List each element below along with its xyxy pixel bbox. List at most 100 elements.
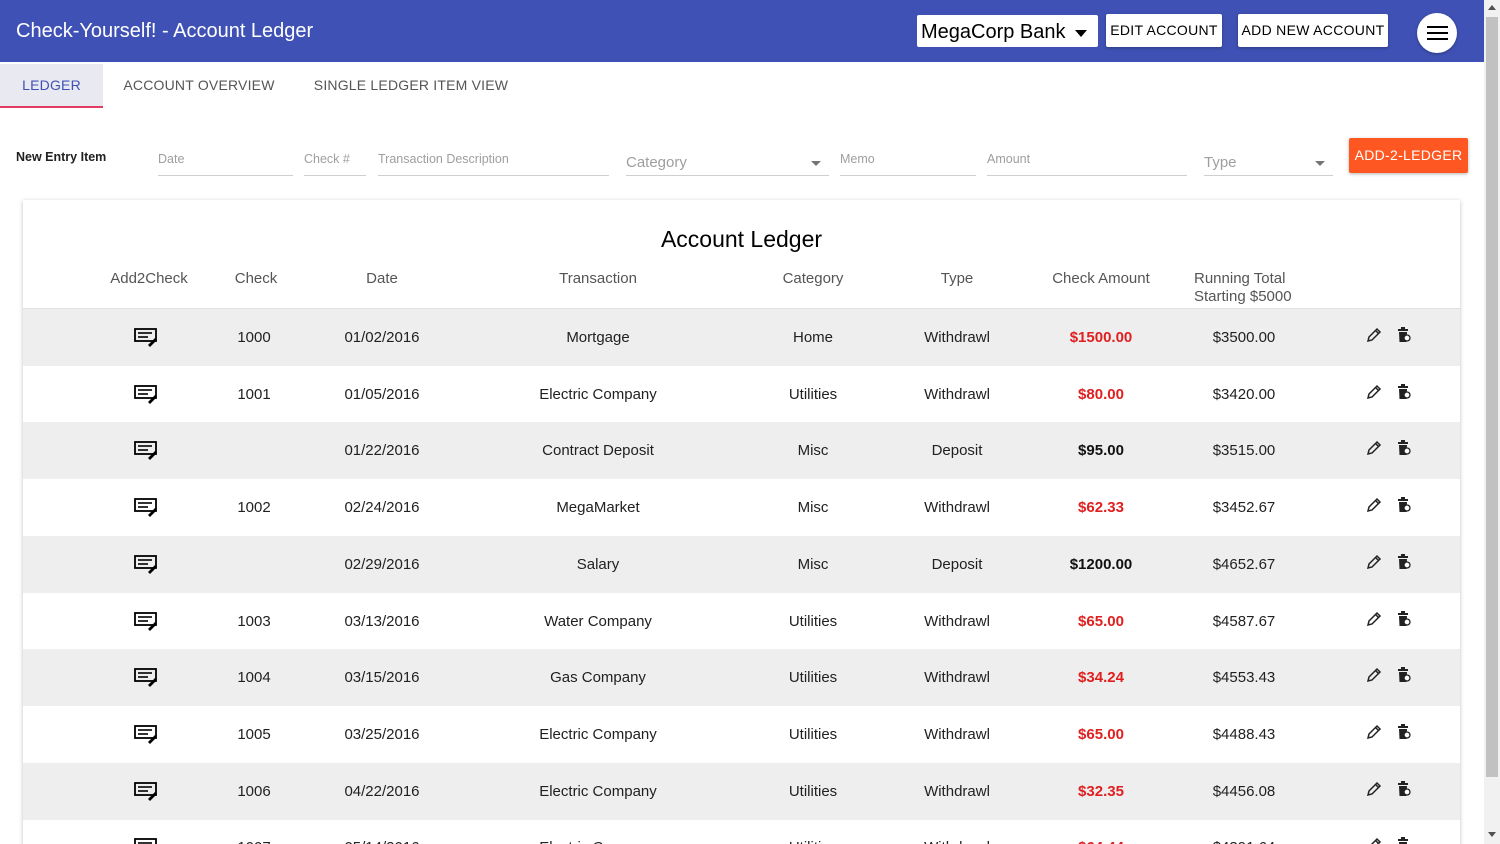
category-select[interactable]: Category [626, 148, 829, 176]
add-to-check-icon[interactable] [134, 667, 158, 692]
add-to-check-icon[interactable] [134, 384, 158, 409]
cell-check: 1000 [237, 329, 271, 346]
add-to-check-icon[interactable] [134, 554, 158, 579]
check-number-placeholder: Check # [304, 152, 350, 166]
delete-trash-icon[interactable] [1397, 610, 1411, 632]
edit-pencil-icon[interactable] [1366, 327, 1382, 348]
category-placeholder: Category [626, 154, 687, 171]
cell-category: Utilities [788, 385, 838, 403]
cell-running-total: $4488.43 [1212, 725, 1276, 743]
cell-type: Withdrawl [924, 499, 990, 517]
menu-button[interactable] [1417, 13, 1457, 53]
add-to-check-icon[interactable] [134, 611, 158, 636]
edit-pencil-icon[interactable] [1366, 384, 1382, 405]
delete-trash-icon[interactable] [1397, 440, 1411, 461]
column-header-date: Date [366, 270, 398, 287]
cell-check-amount: $62.33 [1078, 499, 1124, 517]
amount-input[interactable]: Amount [987, 148, 1187, 176]
cell-type: Withdrawl [924, 385, 990, 403]
delete-trash-icon[interactable] [1397, 327, 1411, 348]
column-header-type: Type [940, 270, 974, 287]
cell-transaction: Electric Company [539, 385, 657, 403]
cell-transaction: Water Company [544, 612, 652, 630]
running-total-starting-label: Starting $5000 [1194, 288, 1292, 305]
edit-pencil-icon[interactable] [1366, 781, 1382, 802]
scroll-down-arrow-icon[interactable] [1488, 832, 1496, 837]
edit-pencil-icon[interactable] [1366, 667, 1382, 688]
cell-date: 03/15/2016 [344, 669, 420, 687]
memo-placeholder: Memo [840, 152, 875, 166]
cell-transaction: Gas Company [550, 669, 646, 687]
cell-transaction: Salary [576, 555, 620, 573]
delete-trash-icon[interactable] [1397, 780, 1411, 802]
cell-check [214, 536, 294, 593]
date-input[interactable]: Date [158, 148, 293, 176]
bank-select[interactable]: MegaCorp Bank [917, 15, 1098, 47]
table-row: 1001 01/05/2016 Electric Company Utilities W… [23, 366, 1460, 423]
delete-trash-icon[interactable] [1397, 383, 1411, 405]
edit-pencil-icon[interactable] [1366, 724, 1382, 745]
column-header-check-amount: Check Amount [1052, 270, 1150, 287]
delete-trash-icon[interactable] [1397, 723, 1411, 745]
table-row: 1000 01/02/2016 Mortgage Home Withdrawl $1500… [23, 309, 1460, 366]
tab-ledger[interactable]: LEDGER [0, 64, 103, 108]
type-placeholder: Type [1204, 154, 1237, 171]
scroll-up-arrow-icon[interactable] [1488, 5, 1496, 10]
add-to-ledger-button[interactable]: ADD-2-LEDGER [1349, 138, 1468, 173]
cell-check: 1001 [237, 385, 271, 403]
cell-transaction: Electric Company [539, 782, 657, 800]
edit-pencil-icon[interactable] [1366, 497, 1382, 518]
cell-running-total: $4456.08 [1212, 782, 1276, 800]
cell-running-total: $3452.67 [1212, 499, 1276, 517]
add-to-check-icon[interactable] [134, 497, 158, 522]
delete-trash-icon[interactable] [1397, 837, 1411, 844]
cell-running-total: $3500.00 [1212, 329, 1276, 346]
memo-input[interactable]: Memo [840, 148, 976, 176]
edit-account-button[interactable]: EDIT ACCOUNT [1106, 14, 1222, 47]
tab-account-overview[interactable]: ACCOUNT OVERVIEW [103, 64, 295, 108]
cell-check: 1004 [237, 669, 271, 687]
edit-pencil-icon[interactable] [1366, 440, 1382, 461]
add-to-check-icon[interactable] [134, 440, 158, 465]
cell-check-amount: $1200.00 [1069, 555, 1133, 573]
cell-check-amount: $65.00 [1078, 612, 1124, 630]
table-row: 1004 03/15/2016 Gas Company Utilities Withdr… [23, 649, 1460, 707]
cell-type: Withdrawl [924, 612, 990, 630]
scroll-thumb[interactable] [1486, 17, 1498, 777]
check-number-input[interactable]: Check # [304, 148, 366, 176]
cell-category: Utilities [788, 612, 838, 630]
cell-running-total: $4391.64 [1194, 819, 1294, 844]
edit-pencil-icon[interactable] [1366, 837, 1382, 844]
add-new-account-button[interactable]: ADD NEW ACCOUNT [1238, 14, 1388, 47]
add-to-check-icon[interactable] [134, 837, 158, 844]
delete-trash-icon[interactable] [1397, 497, 1411, 518]
cell-date: 02/24/2016 [344, 499, 420, 517]
cell-category: Utilities [763, 819, 863, 844]
edit-pencil-icon[interactable] [1366, 611, 1382, 632]
page-scrollbar[interactable] [1484, 0, 1500, 844]
bank-select-value: MegaCorp Bank [921, 21, 1066, 43]
new-entry-label: New Entry Item [16, 150, 107, 164]
hamburger-menu-icon-bar [1427, 38, 1448, 40]
column-header-transaction: Transaction [559, 270, 637, 287]
add-to-check-icon[interactable] [134, 327, 158, 352]
cell-category: Misc [797, 555, 829, 573]
add-to-check-icon[interactable] [134, 781, 158, 806]
edit-pencil-icon[interactable] [1366, 554, 1382, 575]
cell-date: 01/05/2016 [344, 385, 420, 403]
transaction-description-input[interactable]: Transaction Description [378, 148, 609, 176]
delete-trash-icon[interactable] [1397, 667, 1411, 688]
cell-type: Withdrawl [924, 782, 990, 800]
table-row: 1003 03/13/2016 Water Company Utilities With… [23, 593, 1460, 650]
cell-check-amount: $32.35 [1078, 782, 1124, 800]
cell-check-amount: $34.24 [1078, 669, 1124, 687]
cell-running-total: $4652.67 [1212, 555, 1276, 573]
type-select[interactable]: Type [1204, 148, 1333, 176]
tab-single-ledger-item-view[interactable]: SINGLE LEDGER ITEM VIEW [296, 64, 526, 108]
delete-trash-icon[interactable] [1397, 553, 1411, 575]
date-placeholder: Date [158, 152, 185, 166]
column-header-add2check: Add2Check [110, 270, 188, 287]
table-row: 1002 02/24/2016 MegaMarket Misc Withdrawl $62… [23, 479, 1460, 536]
add-to-check-icon[interactable] [134, 724, 158, 749]
cell-date: 01/02/2016 [344, 329, 420, 346]
